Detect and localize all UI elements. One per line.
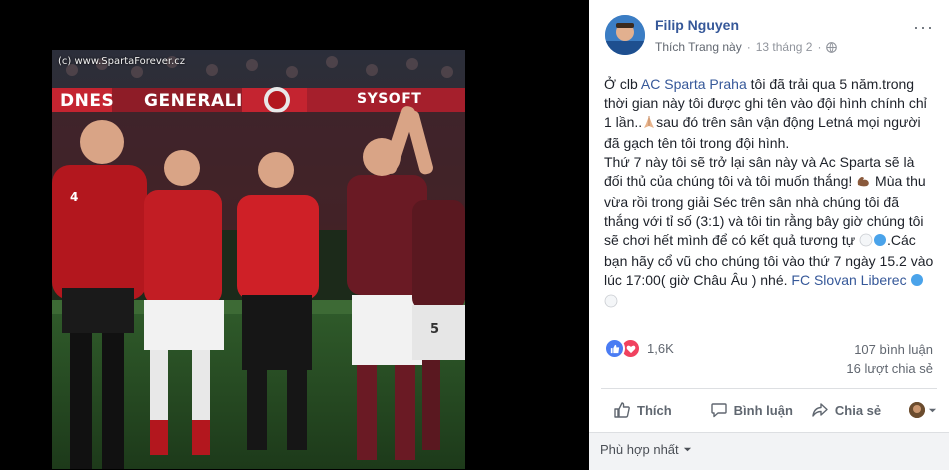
post-body: Ở clb AC Sparta Praha tôi đã trải qua 5 … <box>604 75 934 313</box>
like-reaction-icon <box>604 338 625 359</box>
blue-circle-icon <box>873 233 887 252</box>
post-text-segment: Ở clb <box>604 76 641 92</box>
caret-down-icon <box>683 447 691 452</box>
avatar-image <box>605 15 645 55</box>
post-as-selector[interactable] <box>909 402 937 418</box>
muscle-emoji-icon <box>856 174 871 193</box>
author-name[interactable]: Filip Nguyen <box>655 17 739 33</box>
banner-text: GENERALI <box>144 91 243 111</box>
team-celebration-image <box>52 50 465 469</box>
speech-bubble-icon <box>710 403 727 418</box>
share-label: Chia sẻ <box>834 402 882 418</box>
post-date[interactable]: 13 tháng 2 <box>756 40 813 54</box>
blue-circle-icon <box>910 273 924 292</box>
post-paragraph: Ở clb AC Sparta Praha tôi đã trải qua 5 … <box>604 75 934 153</box>
ellipsis-icon[interactable]: ··· <box>913 17 934 38</box>
post-side-panel: Filip Nguyen Thích Trang này · 13 tháng … <box>589 0 949 470</box>
reactions-summary[interactable]: 1,6K <box>604 338 674 359</box>
post-stats: 107 bình luận 16 lượt chia sẻ <box>846 340 933 378</box>
white-circle-icon <box>859 233 873 252</box>
photo-watermark: (c) www.SpartaForever.cz <box>58 56 186 67</box>
reactions-count: 1,6K <box>647 341 674 356</box>
pray-emoji-icon <box>642 115 656 134</box>
post-meta: Thích Trang này · 13 tháng 2 · <box>655 40 838 54</box>
post-photo[interactable]: DNES GENERALI SYSOFT 4 5 (c) www.SpartaF… <box>52 50 465 469</box>
comments-section: Phù hợp nhất <box>589 432 949 470</box>
jersey-number: 4 <box>70 190 79 204</box>
comment-sort-dropdown[interactable]: Phù hợp nhất <box>600 442 692 457</box>
post-actions: Thích Bình luận Chia sẻ <box>601 396 937 424</box>
like-label: Thích <box>637 402 672 418</box>
post-paragraph: Thứ 7 này tôi sẽ trở lại sân này và Ac S… <box>604 153 934 313</box>
author-avatar[interactable] <box>605 15 645 55</box>
share-arrow-icon <box>812 403 828 417</box>
meta-separator: · <box>746 40 751 54</box>
caret-down-icon <box>928 408 937 412</box>
share-button[interactable]: Chia sẻ <box>811 401 881 419</box>
comments-count[interactable]: 107 bình luận <box>846 340 933 359</box>
comment-button[interactable]: Bình luận <box>710 401 793 419</box>
divider <box>601 388 937 389</box>
comment-label: Bình luận <box>733 402 793 418</box>
jersey-number: 5 <box>430 322 440 337</box>
like-button[interactable]: Thích <box>613 401 672 419</box>
sort-label: Phù hợp nhất <box>600 442 679 457</box>
banner-text: SYSOFT <box>357 91 422 107</box>
photo-viewer: DNES GENERALI SYSOFT 4 5 (c) www.SpartaF… <box>0 0 589 469</box>
viewer-avatar <box>909 402 925 418</box>
sparta-link[interactable]: AC Sparta Praha <box>641 76 747 92</box>
liberec-link[interactable]: FC Slovan Liberec <box>791 272 906 288</box>
meta-separator: · <box>817 40 822 54</box>
banner-text: DNES <box>60 91 115 111</box>
thumbs-up-icon <box>614 402 630 418</box>
shares-count[interactable]: 16 lượt chia sẻ <box>846 359 933 378</box>
globe-icon <box>826 41 838 53</box>
like-page-link[interactable]: Thích Trang này <box>655 40 742 54</box>
white-circle-icon <box>604 294 618 313</box>
